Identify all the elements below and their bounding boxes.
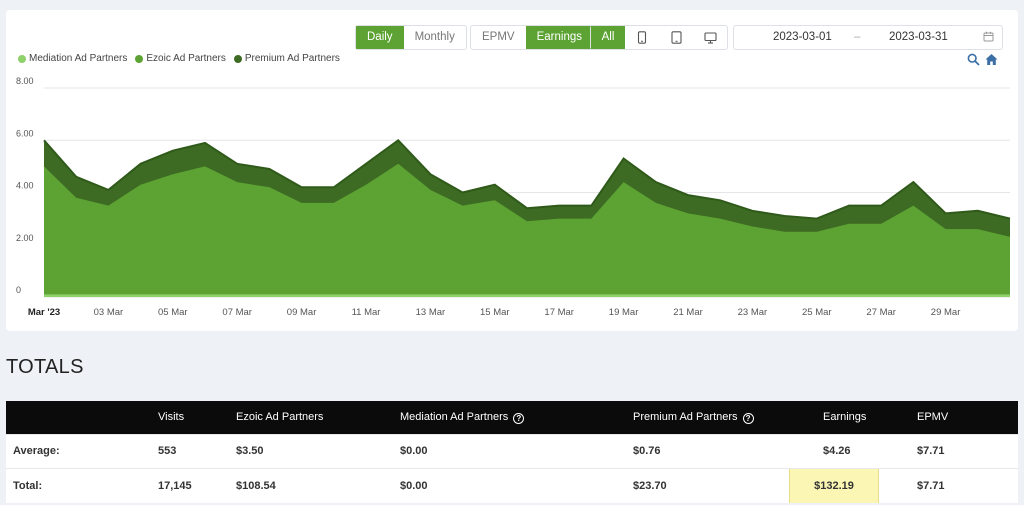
totals-header-row: Visits Ezoic Ad Partners Mediation Ad Pa… (6, 401, 1018, 434)
cell-epmv: $7.71 (917, 467, 1018, 503)
chart-card: Daily Monthly EPMV Earnings All 2023-03-… (6, 10, 1018, 331)
totals-title: TOTALS (6, 356, 84, 378)
cell-earnings: $4.26 (823, 433, 917, 468)
y-tick-label: 8.00 (16, 76, 34, 86)
cell-ezoic: $108.54 (236, 467, 400, 503)
help-icon[interactable]: ? (513, 412, 525, 424)
cell-earnings-total: $132.19 (789, 467, 917, 503)
y-tick-label: 0 (16, 285, 21, 295)
column-header-visits: Visits (158, 411, 185, 424)
earnings-total-highlight: $132.19 (789, 468, 879, 503)
x-tick-label: 17 Mar (544, 307, 574, 318)
column-header-mediation: Mediation Ad Partners ? (400, 401, 633, 434)
x-tick-label: 05 Mar (158, 307, 188, 318)
table-row: Total: 17,145 $108.54 $0.00 $23.70 $132.… (6, 467, 1018, 503)
y-tick-label: 2.00 (16, 233, 34, 243)
column-header-earnings: Earnings (823, 411, 867, 424)
cell-visits: 553 (158, 433, 236, 468)
x-tick-label: 11 Mar (352, 307, 381, 318)
cell-mediation: $0.00 (400, 433, 633, 468)
row-label: Total: (6, 467, 158, 503)
column-header-premium-label: Premium Ad Partners (633, 410, 738, 423)
cell-ezoic: $3.50 (236, 433, 400, 468)
x-tick-label: Mar '23 (28, 307, 60, 318)
x-tick-label: 21 Mar (673, 307, 703, 318)
cell-visits: 17,145 (158, 467, 236, 503)
cell-epmv: $7.71 (917, 433, 1018, 468)
x-tick-label: 03 Mar (94, 307, 124, 318)
x-tick-label: 27 Mar (866, 307, 896, 318)
earnings-chart: 0 2.00 4.00 6.00 8.00 Mar '23 03 Mar 05 Mar 07 M… (16, 76, 1011, 318)
cell-premium: $0.76 (633, 433, 823, 468)
column-header-ezoic: Ezoic Ad Partners (236, 411, 324, 424)
x-tick-label: 23 Mar (738, 307, 768, 318)
column-header-premium: Premium Ad Partners ? (633, 401, 823, 434)
column-header-epmv: EPMV (917, 411, 949, 424)
x-tick-label: 09 Mar (287, 307, 317, 318)
help-icon[interactable]: ? (742, 412, 754, 424)
y-tick-label: 6.00 (16, 128, 34, 138)
cell-mediation: $0.00 (400, 467, 633, 503)
x-tick-label: 15 Mar (480, 307, 510, 318)
x-tick-label: 29 Mar (931, 307, 961, 318)
x-tick-label: 19 Mar (609, 307, 639, 318)
y-tick-label: 4.00 (16, 181, 34, 191)
totals-table: Visits Ezoic Ad Partners Mediation Ad Pa… (6, 401, 1018, 503)
area-series-1 (44, 163, 1010, 295)
x-tick-label: 13 Mar (416, 307, 446, 318)
table-row: Average: 553 $3.50 $0.00 $0.76 $4.26 $7.… (6, 433, 1018, 468)
column-header-mediation-label: Mediation Ad Partners (400, 410, 509, 423)
column-header-label (6, 401, 158, 434)
row-label: Average: (6, 433, 158, 468)
x-tick-label: 07 Mar (222, 307, 252, 318)
x-tick-label: 25 Mar (802, 307, 832, 318)
